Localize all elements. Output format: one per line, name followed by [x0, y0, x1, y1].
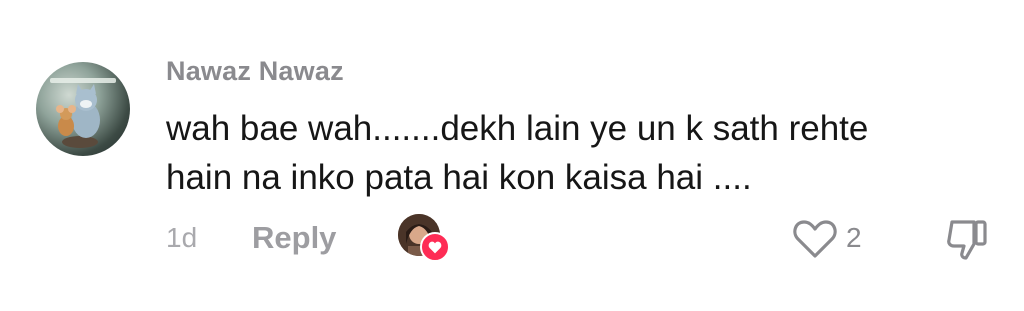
comment-text: wah bae wah.......dekh lain ye un k sath… [166, 104, 996, 202]
comment-text-line: wah bae wah.......dekh lain ye un k sath… [166, 109, 869, 148]
creator-liked-badge [398, 214, 450, 262]
comment-timestamp: 1d [166, 222, 198, 253]
thumbs-down-icon[interactable] [944, 216, 990, 262]
comment-author[interactable]: Nawaz Nawaz [166, 56, 344, 87]
like-count: 2 [846, 222, 862, 253]
heart-outline-icon[interactable] [792, 218, 838, 260]
cartoon-cat-mouse-avatar-icon [50, 78, 116, 148]
comment-text-line: hain na inko pata hai kon kaisa hai .... [166, 158, 752, 197]
reply-button[interactable]: Reply [252, 220, 336, 256]
creator-heart-badge-icon [420, 232, 450, 262]
comment-item: Nawaz Nawaz wah bae wah.......dekh lain … [0, 0, 1024, 311]
avatar[interactable] [36, 62, 130, 156]
